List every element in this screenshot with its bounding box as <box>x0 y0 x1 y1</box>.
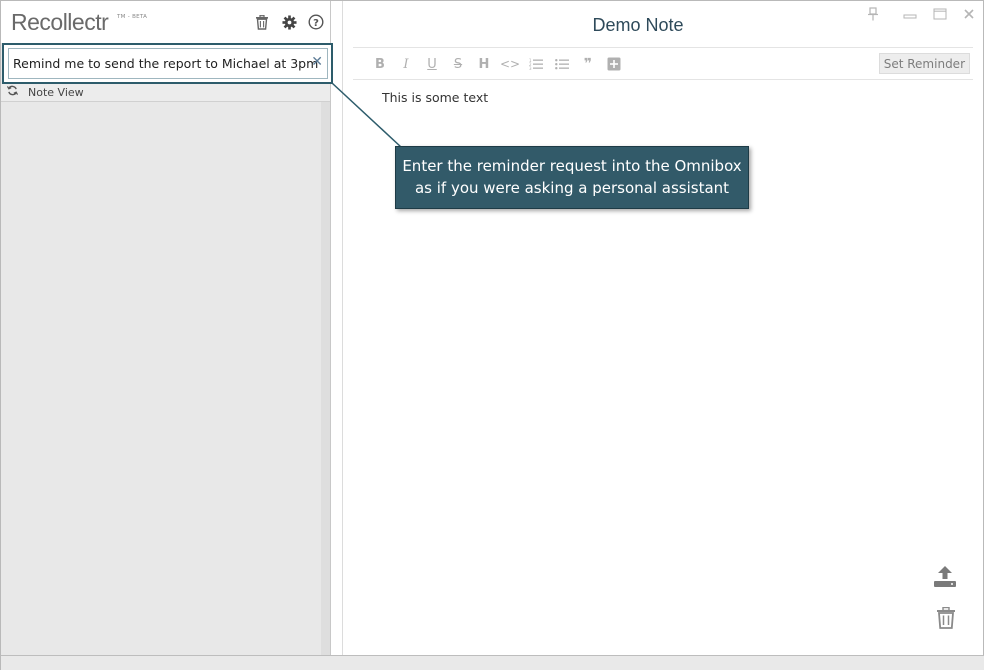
tooltip-line-2: as if you were asking a personal assista… <box>414 179 730 197</box>
tooltip-line-1: Enter the reminder request into the Omni… <box>402 157 742 175</box>
status-bar <box>1 655 984 670</box>
upload-icon[interactable] <box>932 563 958 589</box>
app-window: Recollectr TM - BETA ? Remind me to send… <box>0 0 984 670</box>
tutorial-tooltip: Enter the reminder request into the Omni… <box>395 146 749 209</box>
delete-note-icon[interactable] <box>933 605 959 631</box>
callout-connector <box>331 82 402 148</box>
